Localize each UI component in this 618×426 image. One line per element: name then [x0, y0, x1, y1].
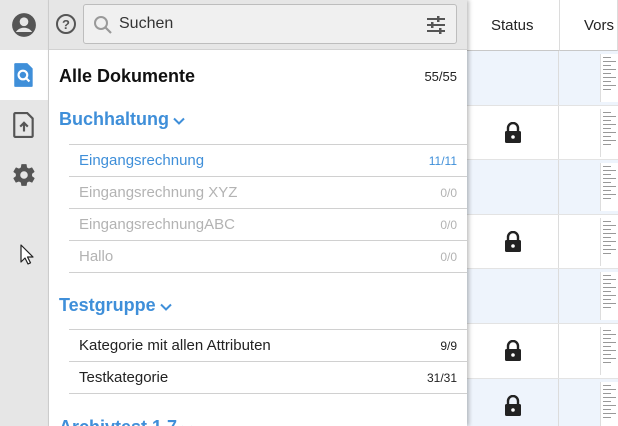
category-count: 11/11	[428, 154, 457, 168]
search-icon	[94, 16, 112, 34]
category-item[interactable]: EingangsrechnungABC 0/0	[69, 208, 467, 240]
column-header-preview[interactable]: Vors	[560, 0, 618, 51]
document-thumbnail[interactable]	[600, 109, 618, 157]
group-label: Archivtest 1.7	[59, 417, 177, 426]
category-label: Eingangsrechnung XYZ	[79, 184, 238, 201]
document-thumbnail[interactable]	[600, 272, 618, 320]
document-thumbnail[interactable]	[600, 382, 618, 426]
category-count: 0/0	[440, 250, 457, 264]
group-header[interactable]: Buchhaltung	[59, 109, 185, 130]
status-cell	[467, 269, 559, 323]
group-label: Testgruppe	[59, 295, 156, 315]
all-documents-count: 55/55	[424, 69, 457, 84]
category-label: Eingangsrechnung	[79, 152, 205, 169]
search-input[interactable]	[119, 13, 409, 35]
table-row[interactable]	[467, 106, 618, 160]
category-label: Hallo	[79, 248, 114, 265]
document-navigation-panel: ? Alle Dokumente 55/55 Buchhaltung Eingan…	[49, 0, 467, 426]
table-row[interactable]	[467, 324, 618, 379]
table-row[interactable]	[467, 215, 618, 269]
settings-button[interactable]	[0, 150, 48, 200]
account-button[interactable]	[0, 0, 48, 50]
document-thumbnail[interactable]	[600, 218, 618, 266]
preview-cell	[560, 215, 618, 268]
table-row[interactable]	[467, 51, 618, 106]
table-row[interactable]	[467, 269, 618, 324]
status-cell	[467, 215, 559, 268]
category-count: 31/31	[426, 371, 457, 385]
group-divider	[69, 393, 467, 394]
document-thumbnail[interactable]	[600, 163, 618, 211]
document-table: Status Vors	[467, 0, 618, 426]
preview-cell	[560, 269, 618, 323]
category-count: 0/0	[440, 218, 457, 232]
account-circle-icon	[12, 13, 36, 37]
category-count: 0/0	[440, 186, 457, 200]
mouse-cursor-icon	[20, 244, 34, 265]
preview-cell	[560, 160, 618, 214]
nav-rail	[0, 0, 49, 426]
category-item[interactable]: Kategorie mit allen Attributen 9/9	[69, 329, 467, 361]
all-documents-label: Alle Dokumente	[59, 66, 196, 86]
category-label: EingangsrechnungABC	[79, 216, 235, 233]
chevron-down-icon	[159, 303, 172, 311]
lock-icon	[504, 395, 521, 416]
column-header-status-label: Status	[491, 16, 534, 34]
preview-cell	[560, 324, 618, 378]
group-header[interactable]: Archivtest 1.7	[59, 417, 193, 426]
column-header-preview-label: Vors	[584, 16, 615, 34]
lock-icon	[504, 230, 521, 252]
preview-cell	[560, 106, 618, 159]
category-item[interactable]: Testkategorie 31/31	[69, 361, 467, 393]
category-item[interactable]: Eingangsrechnung 11/11	[69, 144, 467, 176]
status-cell	[467, 160, 559, 214]
upload-button[interactable]	[0, 100, 48, 150]
preview-cell	[560, 379, 618, 426]
document-thumbnail[interactable]	[600, 54, 618, 102]
help-icon[interactable]: ?	[56, 14, 76, 34]
status-cell	[467, 106, 559, 159]
chevron-down-icon	[173, 117, 185, 125]
status-cell	[467, 324, 559, 378]
panel-toolbar: ?	[49, 0, 467, 50]
preview-cell	[560, 51, 618, 105]
lock-icon	[504, 340, 521, 361]
filter-sliders-icon[interactable]	[426, 15, 446, 35]
all-documents-item[interactable]: Alle Dokumente 55/55	[49, 51, 467, 98]
category-label: Testkategorie	[79, 369, 169, 386]
app-window: Status Vors ? Alle Dokumente	[0, 0, 618, 426]
group-header[interactable]: Testgruppe	[59, 295, 172, 316]
upload-file-icon	[13, 112, 34, 138]
group-label: Buchhaltung	[59, 109, 169, 129]
table-row[interactable]	[467, 160, 618, 215]
category-item[interactable]: Hallo 0/0	[69, 240, 467, 272]
group-divider	[69, 272, 467, 273]
search-documents-icon	[14, 63, 33, 87]
table-row[interactable]	[467, 379, 618, 426]
category-label: Kategorie mit allen Attributen	[79, 337, 271, 354]
status-cell	[467, 379, 559, 426]
category-item[interactable]: Eingangsrechnung XYZ 0/0	[69, 176, 467, 208]
column-header-status[interactable]: Status	[467, 0, 560, 51]
lock-icon	[504, 121, 521, 143]
status-cell	[467, 51, 559, 105]
search-box	[83, 4, 457, 44]
gear-icon	[13, 164, 35, 186]
category-count: 9/9	[440, 339, 457, 353]
document-thumbnail[interactable]	[600, 327, 618, 375]
documents-search-button[interactable]	[0, 50, 48, 100]
